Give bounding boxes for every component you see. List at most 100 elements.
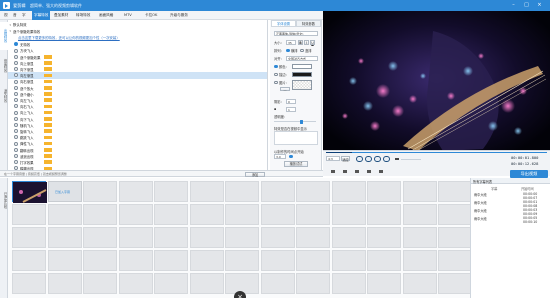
effect-radio[interactable] [14,104,18,109]
empty-clip-slot[interactable] [402,227,437,248]
subtitle-name[interactable]: 雨中大段 [474,216,487,221]
empty-clip-slot[interactable] [118,250,153,271]
empty-clip-slot[interactable] [296,273,330,294]
subtitle-name[interactable]: 雨中大段 [474,208,487,213]
empty-clip-slot[interactable] [402,204,437,225]
image-radio[interactable] [274,80,278,84]
minimize-icon[interactable]: – [510,2,517,9]
duration-input[interactable]: 3.0 [274,154,286,159]
empty-clip-slot[interactable] [367,273,401,294]
depth-input[interactable]: 1 [286,106,296,112]
empty-clip-slot[interactable] [118,273,153,294]
empty-clip-slot[interactable] [154,227,188,248]
image-preview[interactable] [292,79,312,90]
empty-clip-slot[interactable] [189,181,224,202]
italic-button[interactable]: I [304,39,309,45]
menu-transitions[interactable]: 转场特效 [76,13,90,18]
empty-clip-slot[interactable] [438,227,472,248]
opacity-slider[interactable] [274,121,316,123]
empty-clip-slot[interactable] [189,273,224,294]
effect-radio[interactable] [14,116,18,121]
empty-clip-slot[interactable] [331,227,366,248]
empty-clip-slot[interactable] [438,181,472,202]
tab-disappear-effects[interactable]: 消失特效 [0,82,8,110]
tab-appear-effects[interactable]: 出现特效 [0,22,8,50]
empty-clip-slot[interactable] [296,250,330,271]
close-timeline-icon[interactable]: × [234,291,246,298]
aspect-select[interactable]: 4:3 [326,156,340,161]
empty-clip-slot[interactable] [331,181,366,202]
empty-clip-slot[interactable] [367,227,401,248]
volume-icon[interactable] [395,158,399,160]
empty-clip-slot[interactable] [225,204,259,225]
empty-clip-slot[interactable] [118,227,153,248]
seek-bar[interactable] [326,152,547,154]
empty-clip-slot[interactable] [331,204,366,225]
empty-clip-slot[interactable] [367,204,401,225]
browse-button[interactable]: ... [280,87,290,92]
duration-radio[interactable] [289,154,293,158]
settings-icon[interactable] [367,170,371,173]
subtitle-name[interactable]: 雨中大段 [474,192,487,197]
volume-slider[interactable] [401,158,421,160]
menu-styles[interactable]: 画面风格 [99,13,113,18]
effect-radio[interactable] [14,79,18,84]
add-button[interactable]: 添加 [245,171,265,177]
folder-icon[interactable] [331,170,335,173]
empty-clip-slot[interactable] [260,181,295,202]
empty-clip-slot[interactable] [47,204,82,225]
empty-clip-slot[interactable] [367,250,401,271]
anchor-select[interactable]: 全部对齐方式 [286,55,318,61]
empty-clip-slot[interactable] [296,204,330,225]
empty-clip-slot[interactable] [260,227,295,248]
empty-clip-slot[interactable] [83,204,117,225]
clip-thumbnail[interactable] [12,181,47,203]
maximize-icon[interactable]: □ [523,2,530,9]
empty-clip-slot[interactable] [118,181,153,202]
camera-icon[interactable] [343,170,347,173]
underline-button[interactable]: U [310,39,315,45]
empty-clip-slot[interactable] [12,204,46,225]
empty-clip-slot[interactable] [331,273,366,294]
color-radio[interactable] [274,64,278,68]
empty-clip-slot[interactable] [296,227,330,248]
empty-clip-slot[interactable] [189,227,224,248]
empty-clip-slot[interactable] [12,273,46,294]
effect-radio[interactable] [14,98,18,103]
effect-radio[interactable] [14,85,18,90]
effect-radio[interactable] [14,91,18,96]
empty-clip-slot[interactable] [118,204,153,225]
effect-radio[interactable] [14,60,18,65]
cut-icon[interactable] [355,170,359,173]
empty-clip-slot[interactable] [154,204,188,225]
empty-clip-slot[interactable] [189,204,224,225]
empty-clip-slot[interactable] [367,181,401,202]
empty-clip-slot[interactable] [438,204,472,225]
empty-clip-slot[interactable] [12,227,46,248]
menu-video[interactable]: 视 [4,13,8,18]
tab-font-settings[interactable]: 字体设置 [271,20,296,27]
fit-button[interactable]: 适应 [341,156,350,162]
menu-upgrade[interactable]: 升级与服务 [170,13,188,18]
empty-clip-slot[interactable] [154,273,188,294]
collapse-icon[interactable]: ▾ [10,23,12,27]
empty-clip-slot[interactable] [402,273,437,294]
effect-radio[interactable] [14,160,18,165]
menu-audio[interactable]: 音 [13,13,17,18]
tab-stay-effects[interactable]: 停留特效 [0,52,8,80]
effect-radio[interactable] [14,141,18,146]
effect-radio[interactable] [14,67,18,72]
bold-button[interactable]: B [298,39,303,45]
export-video-button[interactable]: 导出视频 [510,170,548,178]
share-icon[interactable] [379,170,383,173]
empty-clip-slot[interactable] [83,227,117,248]
next-frame-button[interactable] [383,155,390,162]
shadow-input[interactable]: 0 [286,98,296,104]
empty-clip-slot[interactable] [225,181,259,202]
empty-clip-slot[interactable] [225,227,259,248]
empty-clip-slot[interactable] [47,227,82,248]
apply-button[interactable]: 播放试试 [284,161,308,167]
effect-radio[interactable] [14,122,18,127]
empty-clip-slot[interactable] [438,250,472,271]
empty-clip-slot[interactable] [154,181,188,202]
